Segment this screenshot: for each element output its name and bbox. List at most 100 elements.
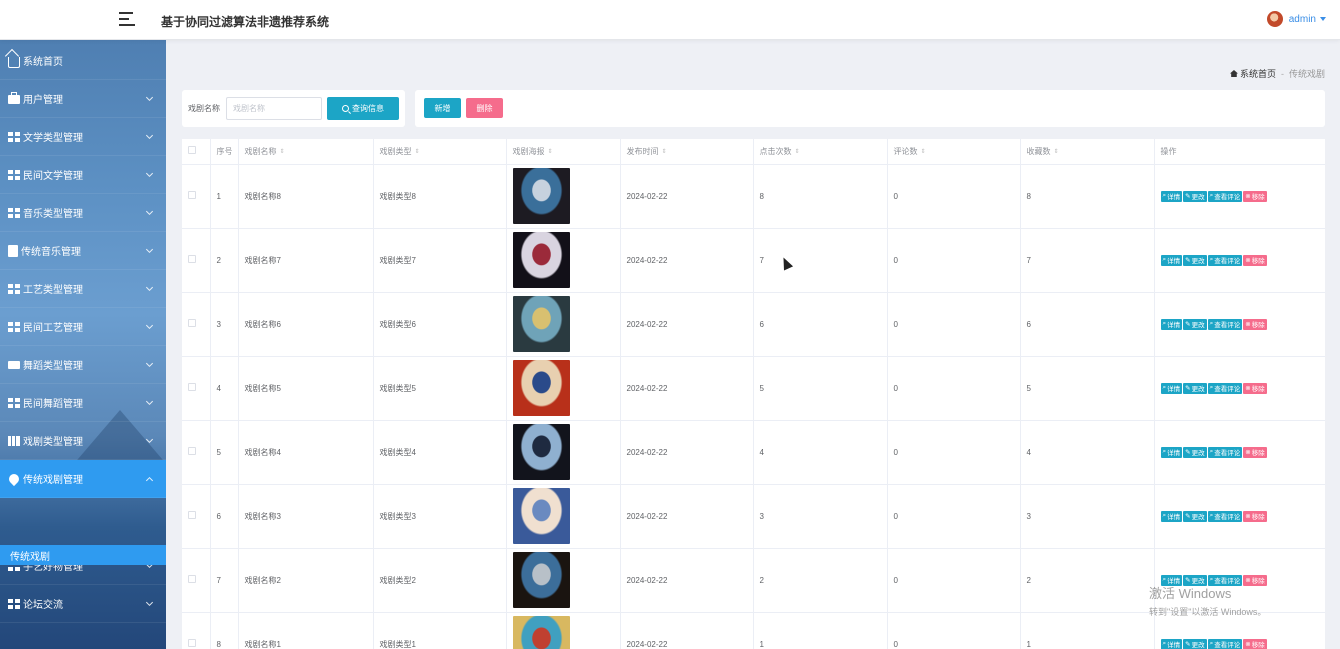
sidebar-menu-item[interactable]: 舞蹈类型管理: [0, 346, 166, 384]
chevron-down-icon[interactable]: [145, 131, 154, 140]
column-header[interactable]: 戏剧海报 ⇕: [506, 139, 621, 165]
column-header[interactable]: 收藏数 ⇕: [1020, 139, 1155, 165]
sidebar-menu-item[interactable]: 论坛交流: [0, 585, 166, 623]
drama-poster-image[interactable]: [512, 168, 570, 224]
detail-button[interactable]: ⌕ 详情: [1160, 446, 1183, 458]
remove-button[interactable]: ⊗ 移除: [1243, 638, 1267, 649]
chevron-up-icon[interactable]: [145, 476, 154, 485]
detail-button[interactable]: ⌕ 详情: [1160, 382, 1183, 394]
sidebar-menu-item[interactable]: 戏剧类型管理: [0, 422, 166, 460]
detail-button[interactable]: ⌕ 详情: [1160, 638, 1183, 649]
row-checkbox[interactable]: [188, 191, 196, 199]
sidebar-menu-item[interactable]: 用户管理: [0, 80, 166, 118]
sidebar-menu-item[interactable]: 音乐类型管理: [0, 194, 166, 232]
detail-button[interactable]: ⌕ 详情: [1160, 190, 1183, 202]
edit-button[interactable]: ✎ 更改: [1183, 254, 1207, 266]
sidebar-menu-item[interactable]: 民间文学管理: [0, 156, 166, 194]
edit-button[interactable]: ✎ 更改: [1183, 382, 1207, 394]
remove-button[interactable]: ⊗ 移除: [1243, 574, 1267, 586]
column-header[interactable]: 点击次数 ⇕: [753, 139, 888, 165]
sort-icon[interactable]: ⇕: [280, 148, 285, 155]
row-checkbox[interactable]: [188, 383, 196, 391]
search-icon: ⌕: [1209, 320, 1214, 327]
remove-button[interactable]: ⊗ 移除: [1243, 190, 1267, 202]
sort-icon[interactable]: ⇕: [415, 148, 420, 155]
chevron-down-icon[interactable]: [145, 397, 154, 406]
edit-button[interactable]: ✎ 更改: [1183, 318, 1207, 330]
sort-icon[interactable]: ⇕: [662, 148, 667, 155]
sidebar-menu-item[interactable]: 传统音乐管理: [0, 232, 166, 270]
sidebar-menu-item[interactable]: 工艺类型管理: [0, 270, 166, 308]
sidebar-subitem-traditional-drama[interactable]: 传统戏剧: [0, 545, 166, 565]
remove-button[interactable]: ⊗ 移除: [1243, 446, 1267, 458]
avatar[interactable]: [1266, 11, 1283, 27]
view-comments-button[interactable]: ⌕ 查看评论: [1207, 638, 1243, 649]
drama-poster-image[interactable]: [512, 296, 570, 352]
edit-button[interactable]: ✎ 更改: [1183, 190, 1207, 202]
sidebar-menu-item[interactable]: 传统戏剧管理: [0, 460, 166, 498]
view-comments-button[interactable]: ⌕ 查看评论: [1207, 254, 1243, 266]
user-menu[interactable]: admin: [1266, 11, 1326, 27]
add-button[interactable]: 新增: [424, 98, 461, 118]
user-name[interactable]: admin: [1289, 14, 1316, 25]
edit-button[interactable]: ✎ 更改: [1183, 638, 1207, 649]
remove-button[interactable]: ⊗ 移除: [1243, 510, 1267, 522]
sort-icon[interactable]: ⇕: [921, 148, 926, 155]
remove-button[interactable]: ⊗ 移除: [1243, 382, 1267, 394]
sort-icon[interactable]: ⇕: [1054, 148, 1059, 155]
drama-poster-image[interactable]: [512, 360, 570, 416]
chevron-down-icon[interactable]: [145, 321, 154, 330]
breadcrumb-home[interactable]: 系统首页: [1240, 67, 1276, 80]
view-comments-button[interactable]: ⌕ 查看评论: [1207, 574, 1243, 586]
detail-button[interactable]: ⌕ 详情: [1160, 574, 1183, 586]
chevron-down-icon[interactable]: [145, 207, 154, 216]
column-header[interactable]: 戏剧名称 ⇕: [238, 139, 374, 165]
caret-down-icon[interactable]: [1320, 17, 1326, 21]
view-comments-button[interactable]: ⌕ 查看评论: [1207, 382, 1243, 394]
edit-button[interactable]: ✎ 更改: [1183, 510, 1207, 522]
drama-poster-image[interactable]: [512, 424, 570, 480]
sort-icon[interactable]: ⇕: [795, 148, 800, 155]
chevron-down-icon[interactable]: [145, 169, 154, 178]
chevron-down-icon[interactable]: [145, 245, 154, 254]
menu-toggle-icon[interactable]: [119, 12, 135, 26]
remove-button[interactable]: ⊗ 移除: [1243, 318, 1267, 330]
search-input[interactable]: [226, 97, 322, 120]
detail-button[interactable]: ⌕ 详情: [1160, 254, 1183, 266]
chevron-down-icon[interactable]: [145, 283, 154, 292]
row-checkbox[interactable]: [188, 639, 196, 647]
view-comments-button[interactable]: ⌕ 查看评论: [1207, 510, 1243, 522]
column-header[interactable]: 戏剧类型 ⇕: [373, 139, 507, 165]
sidebar-menu-item[interactable]: 民间工艺管理: [0, 308, 166, 346]
edit-button[interactable]: ✎ 更改: [1183, 574, 1207, 586]
chevron-down-icon[interactable]: [145, 598, 154, 607]
row-checkbox[interactable]: [188, 511, 196, 519]
drama-poster-image[interactable]: [512, 616, 570, 649]
chevron-down-icon[interactable]: [145, 435, 154, 444]
sidebar-menu-item[interactable]: 民间舞蹈管理: [0, 384, 166, 422]
column-header[interactable]: 评论数 ⇕: [887, 139, 1021, 165]
drama-poster-image[interactable]: [512, 552, 570, 608]
row-checkbox[interactable]: [188, 255, 196, 263]
edit-button[interactable]: ✎ 更改: [1183, 446, 1207, 458]
sidebar-item-home[interactable]: 系统首页: [0, 42, 166, 80]
drama-poster-image[interactable]: [512, 232, 570, 288]
remove-button[interactable]: ⊗ 移除: [1243, 254, 1267, 266]
row-checkbox[interactable]: [188, 447, 196, 455]
view-comments-button[interactable]: ⌕ 查看评论: [1207, 318, 1243, 330]
view-comments-button[interactable]: ⌕ 查看评论: [1207, 446, 1243, 458]
column-header[interactable]: 发布时间 ⇕: [620, 139, 754, 165]
delete-button[interactable]: 删除: [466, 98, 503, 118]
row-checkbox[interactable]: [188, 575, 196, 583]
search-button[interactable]: 查询信息: [327, 97, 399, 120]
sort-icon[interactable]: ⇕: [548, 148, 553, 155]
detail-button[interactable]: ⌕ 详情: [1160, 318, 1183, 330]
detail-button[interactable]: ⌕ 详情: [1160, 510, 1183, 522]
select-all-checkbox[interactable]: [188, 146, 196, 155]
chevron-down-icon[interactable]: [145, 359, 154, 368]
row-checkbox[interactable]: [188, 319, 196, 327]
view-comments-button[interactable]: ⌕ 查看评论: [1207, 190, 1243, 202]
chevron-down-icon[interactable]: [145, 93, 154, 102]
drama-poster-image[interactable]: [512, 488, 570, 544]
sidebar-menu-item[interactable]: 文学类型管理: [0, 118, 166, 156]
